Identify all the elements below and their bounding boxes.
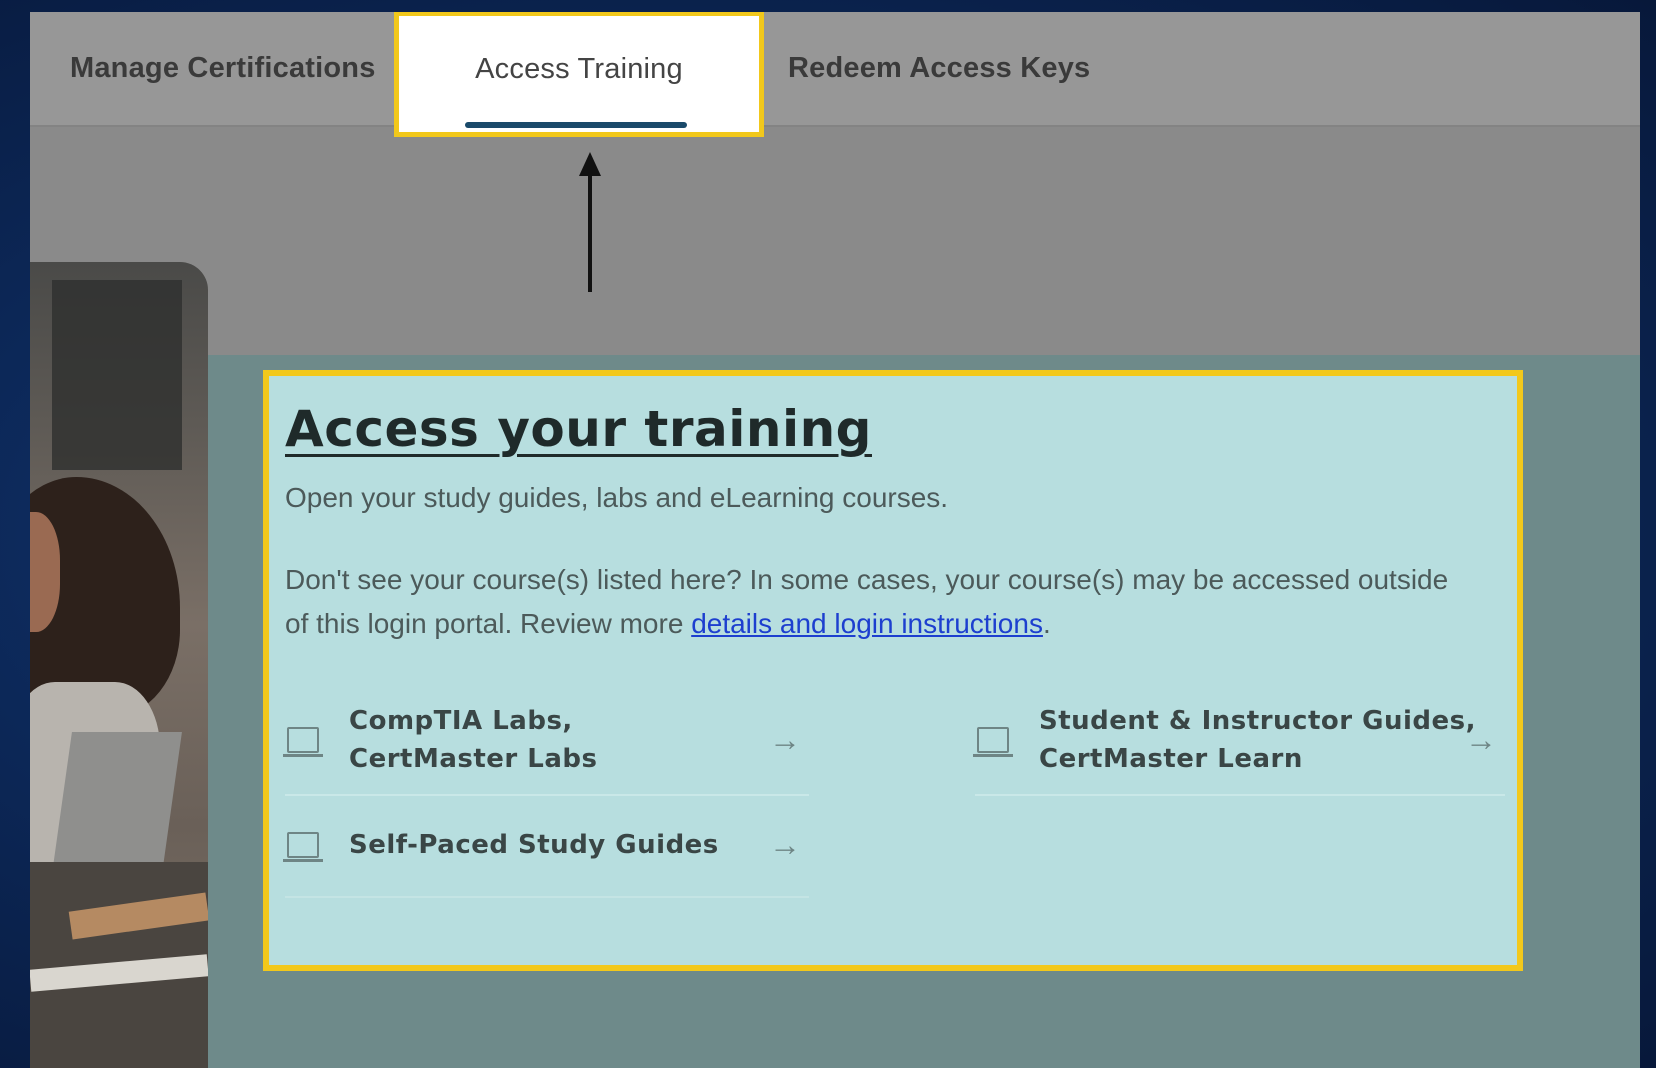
laptop-icon (283, 727, 323, 757)
help-text-end: . (1042, 608, 1051, 639)
course-label: CompTIA Labs, CertMaster Labs (349, 706, 598, 774)
details-login-instructions-link[interactable]: details and login instructions (691, 608, 1043, 639)
tab-label: Access Training (475, 52, 683, 85)
course-label: Student & Instructor Guides, CertMaster … (1039, 706, 1476, 774)
tab-label: Redeem Access Keys (788, 52, 1091, 84)
access-training-card: Access your training Open your study gui… (263, 370, 1523, 971)
course-link-self-paced-study-guides[interactable]: Self-Paced Study Guides → (283, 794, 809, 898)
arrow-right-icon: → (769, 826, 801, 863)
card-subtitle: Open your study guides, labs and eLearni… (285, 482, 949, 513)
tab-label: Manage Certifications (70, 52, 376, 84)
hero-photo (30, 262, 208, 1068)
course-label: Self-Paced Study Guides (349, 830, 719, 860)
laptop-icon (283, 832, 323, 862)
laptop-icon (973, 727, 1013, 757)
card-help-text: Don't see your course(s) listed here? In… (285, 558, 1465, 646)
tab-redeem-access-keys[interactable]: Redeem Access Keys (788, 12, 1090, 125)
course-link-comptia-labs[interactable]: CompTIA Labs, CertMaster Labs → (283, 686, 809, 796)
tab-bar: Manage Certifications Access Training Re… (30, 12, 1640, 137)
arrow-right-icon: → (769, 721, 801, 758)
tab-manage-certifications[interactable]: Manage Certifications (70, 12, 376, 125)
active-tab-indicator (465, 122, 687, 128)
card-title: Access your training (285, 400, 872, 458)
annotation-arrow-icon (579, 152, 601, 292)
course-link-student-instructor-guides[interactable]: Student & Instructor Guides, CertMaster … (973, 686, 1505, 796)
arrow-right-icon: → (1465, 721, 1497, 758)
tab-access-training[interactable]: Access Training (394, 12, 764, 137)
